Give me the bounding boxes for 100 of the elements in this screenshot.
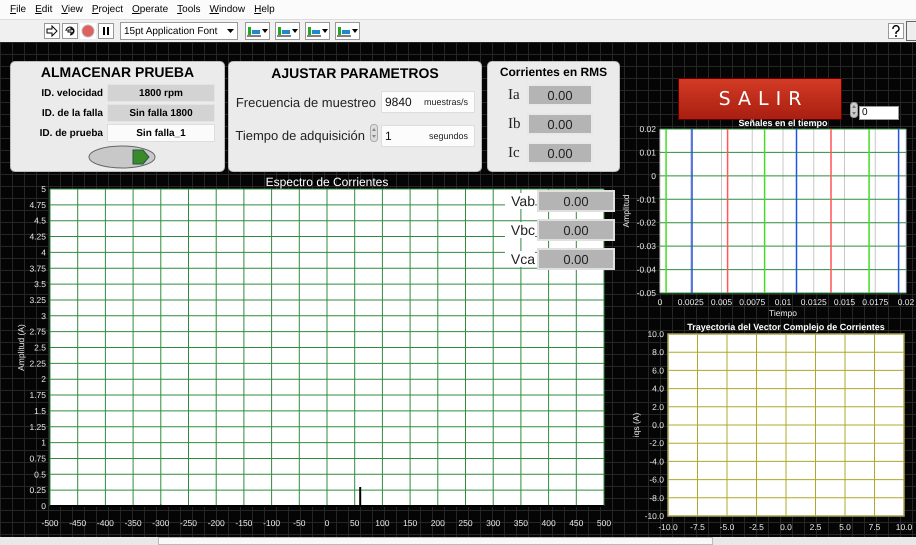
font-dropdown[interactable]: 15pt Application Font	[120, 22, 238, 40]
scrollbar-thumb[interactable]	[158, 537, 713, 545]
numeric-field[interactable]: 9840 muestras/s	[381, 91, 475, 113]
field-label: Tiempo de adquisición	[235, 128, 365, 143]
y-tick-label: -4.0	[649, 456, 664, 466]
y-tick-label: -0.05	[636, 288, 656, 298]
text-field[interactable]: Sin falla_1	[107, 124, 215, 142]
y-tick-label: 0.0	[652, 420, 664, 430]
menu-item[interactable]: Operate	[132, 4, 168, 16]
x-tick-label: 200	[430, 518, 445, 528]
x-tick-label: 300	[486, 518, 500, 528]
voltage-label: Vbc	[505, 222, 535, 238]
x-tick-label: 400	[542, 518, 556, 528]
x-tick-label: -50	[293, 518, 306, 528]
x-tick-label: 0.015	[834, 297, 856, 307]
x-tick-label: 5.0	[839, 522, 851, 532]
x-tick-label: 7.5	[868, 522, 880, 532]
y-tick-label: 6.0	[652, 365, 664, 376]
x-tick-label: 10.0	[896, 522, 912, 532]
x-tick-label: -5.0	[720, 522, 734, 532]
y-tick-label: 0.02	[639, 124, 656, 134]
numeric-field[interactable]: 1 segundos	[381, 124, 475, 146]
chart-title: Espectro de Corrientes	[266, 175, 388, 189]
x-tick-label: 150	[403, 518, 418, 528]
x-tick-label: 0.0075	[739, 297, 766, 307]
y-tick-label: 10.0	[647, 329, 664, 339]
panel-title: ALMACENAR PRUEBA	[40, 64, 196, 80]
x-tick-label: 350	[514, 518, 528, 528]
text-indicator: 1800 rpm	[107, 84, 215, 102]
menu-item[interactable]: Help	[254, 4, 275, 16]
y-tick-label: 3.25	[29, 294, 46, 305]
field-label: ID. de la falla	[40, 108, 103, 118]
menu-item[interactable]: View	[61, 4, 83, 16]
x-tick-label: -2.5	[749, 522, 764, 532]
numeric-indicator: 0.00	[537, 190, 615, 212]
voltage-label: Vab	[505, 193, 535, 209]
y-tick-label: 4.5	[34, 216, 46, 226]
x-tick-label: 0.01	[774, 297, 792, 307]
x-tick-label: 250	[458, 518, 473, 528]
pause-icon[interactable]	[98, 23, 114, 39]
x-tick-label: -450	[69, 518, 86, 528]
x-tick-label: -350	[124, 518, 142, 528]
x-tick-label: 500	[596, 518, 612, 528]
y-tick-label: 4.25	[29, 232, 46, 242]
numeric-indicator: 0.00	[537, 248, 615, 270]
y-tick-label: -6.0	[649, 474, 664, 485]
y-tick-label: 0.75	[29, 453, 46, 464]
y-tick-label: -0.02	[636, 218, 656, 228]
x-tick-label: -100	[263, 518, 280, 528]
run-arrow-icon[interactable]	[44, 23, 60, 39]
y-tick-label: 3.5	[34, 279, 46, 290]
y-tick-label: 0.25	[29, 485, 46, 496]
y-tick-label: 3	[41, 310, 46, 321]
chart-title: Trayectoria del Vector Complejo de Corrientes	[687, 322, 885, 332]
x-tick-label: 0.0025	[678, 297, 704, 307]
numeric-indicator: 0.00	[527, 84, 593, 106]
y-tick-label: -2.0	[649, 438, 664, 448]
x-tick-label: -150	[235, 518, 252, 528]
y-tick-label: 4.0	[652, 384, 664, 394]
reorder-dropdown[interactable]	[335, 22, 360, 40]
exit-button[interactable]: SALIR	[678, 78, 842, 120]
field-label: ID. velocidad	[40, 88, 103, 98]
current-label: Ic	[508, 144, 521, 162]
y-tick-label: 2	[41, 374, 46, 384]
help-icon[interactable]	[888, 23, 904, 39]
x-tick-label: -250	[180, 518, 197, 528]
x-tick-label: 0.0125	[800, 297, 827, 307]
y-tick-label: 0	[651, 170, 656, 181]
menu-item[interactable]: Edit	[35, 4, 52, 16]
menu-item[interactable]: Tools	[177, 4, 200, 16]
menu-item[interactable]: Project	[92, 4, 123, 16]
distribute-dropdown[interactable]	[275, 22, 300, 40]
y-axis-label: Amplitud (A)	[16, 324, 26, 371]
x-tick-label: 100	[375, 518, 390, 528]
numeric-indicator: 0.00	[527, 142, 593, 164]
y-tick-label: -8.0	[649, 492, 664, 503]
text-indicator: Sin falla 1800	[107, 104, 215, 122]
x-tick-label: 0	[324, 518, 330, 528]
caret-icon	[352, 29, 358, 33]
panel-title: Corrientes en RMS	[498, 65, 608, 79]
y-tick-label: 8.0	[652, 347, 664, 358]
y-tick-label: 1	[41, 438, 46, 448]
menu-item[interactable]: Window	[210, 4, 246, 16]
menu-item[interactable]: File	[10, 4, 26, 16]
panel-title: AJUSTAR PARAMETROS	[270, 65, 440, 81]
numeric-field[interactable]: 0	[859, 106, 899, 120]
y-tick-label: -0.01	[636, 194, 656, 204]
y-tick-label: 2.75	[29, 326, 46, 337]
y-tick-label: 1.5	[34, 406, 46, 416]
x-tick-label: 0.02	[898, 297, 914, 307]
field-label: ID. de prueba	[38, 128, 103, 138]
run-continuously-icon[interactable]	[62, 23, 78, 39]
y-tick-label: 5	[41, 184, 46, 194]
numeric-indicator: 0.00	[527, 113, 593, 135]
current-label: Ib	[508, 116, 522, 132]
resize-dropdown[interactable]	[305, 22, 330, 40]
align-dropdown[interactable]	[245, 22, 270, 40]
x-tick-label: 0.005	[710, 297, 732, 307]
y-axis-label: Amplitud	[621, 194, 631, 228]
numeric-indicator: 0.00	[537, 219, 615, 241]
